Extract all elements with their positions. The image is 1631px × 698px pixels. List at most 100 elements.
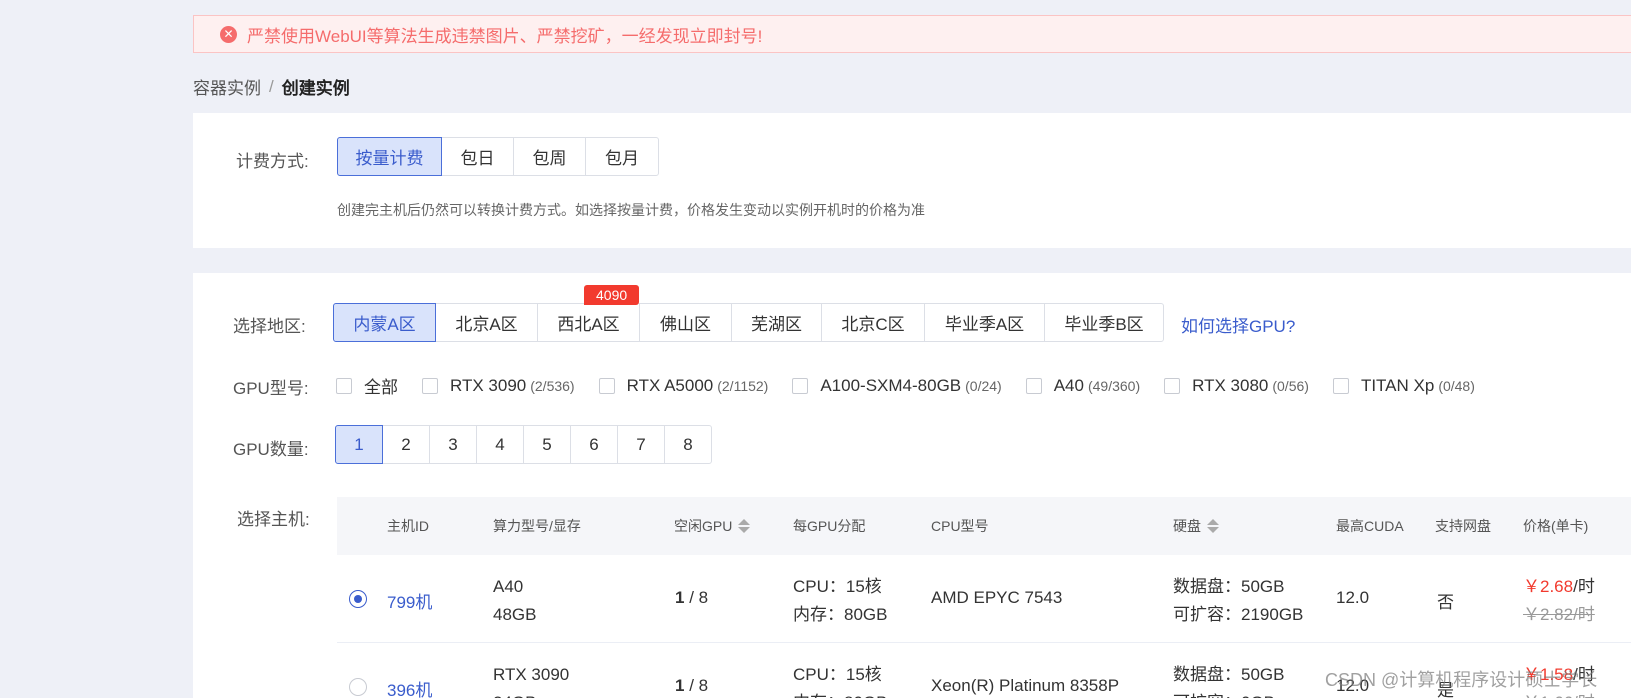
- gpu-model-option-rtx3080[interactable]: RTX 3080 (0/56): [1164, 376, 1309, 396]
- config-card: 选择地区: 内蒙A区 北京A区 西北A区 佛山区 芜湖区 北京C区 毕业季A区 …: [193, 273, 1631, 698]
- gpu-model-option-a100[interactable]: A100-SXM4-80GB (0/24): [792, 375, 1002, 396]
- gpu-count-options: 1 2 3 4 5 6 7 8: [335, 425, 712, 464]
- cpu-alloc-value: CPU：15核: [793, 665, 882, 684]
- gpu-model-count: (49/360): [1087, 377, 1141, 394]
- host-cuda: 12.0: [1336, 588, 1370, 607]
- checkbox[interactable]: [336, 377, 352, 394]
- region-option-xibei-a[interactable]: 西北A区: [537, 303, 640, 342]
- host-disk: 数据盘：50GB 可扩容：2190GB: [1173, 573, 1303, 629]
- gpu-model-option-rtx3090[interactable]: RTX 3090 (2/536): [422, 376, 575, 396]
- region-option-beijing-a[interactable]: 北京A区: [435, 303, 538, 342]
- billing-label: 计费方式:: [236, 152, 309, 171]
- checkbox[interactable]: [1332, 377, 1349, 394]
- col-cuda: 最高CUDA: [1336, 518, 1404, 534]
- col-cpu: CPU型号: [931, 518, 989, 534]
- gpu-count-option-2[interactable]: 2: [382, 425, 430, 464]
- col-free-gpu[interactable]: 空闲GPU: [674, 516, 751, 536]
- region-option-wuhu[interactable]: 芜湖区: [731, 303, 822, 342]
- gpu-model-option-all[interactable]: 全部: [336, 373, 398, 398]
- gpu-model-options: 全部 RTX 3090 (2/536) RTX A5000 (2/1152) A…: [336, 373, 1499, 398]
- host-id-link[interactable]: 799机: [387, 588, 432, 613]
- disk-ext-value: 可扩容：0GB: [1173, 689, 1284, 698]
- host-per-gpu: CPU：15核 内存：80GB: [793, 661, 887, 698]
- gpu-model-value: RTX 3090: [493, 665, 570, 684]
- gpu-count-option-5[interactable]: 5: [523, 425, 571, 464]
- host-radio[interactable]: [349, 590, 367, 608]
- col-price: 价格(单卡): [1523, 518, 1589, 534]
- region-option-graduation-b[interactable]: 毕业季B区: [1044, 303, 1164, 342]
- host-radio[interactable]: [349, 678, 367, 696]
- gpu-count-option-3[interactable]: 3: [429, 425, 477, 464]
- region-option-foshan[interactable]: 佛山区: [639, 303, 732, 342]
- host-per-gpu: CPU：15核 内存：80GB: [793, 573, 887, 629]
- checkbox[interactable]: [792, 377, 809, 394]
- billing-option-weekly[interactable]: 包周: [513, 137, 586, 176]
- gpu-count-option-6[interactable]: 6: [570, 425, 618, 464]
- gpu-model-count: (2/536): [530, 377, 575, 394]
- checkbox[interactable]: [1025, 377, 1042, 394]
- host-cpu: AMD EPYC 7543: [931, 588, 1063, 607]
- cpu-alloc-value: CPU：15核: [793, 577, 882, 596]
- region-option-beijing-c[interactable]: 北京C区: [821, 303, 925, 342]
- mem-alloc-value: 内存：80GB: [793, 605, 888, 624]
- gpu-model-name: RTX 3090: [450, 375, 527, 395]
- col-free-gpu-label: 空闲GPU: [674, 518, 733, 534]
- free-gpu-value: 1: [675, 588, 685, 607]
- col-per-gpu: 每GPU分配: [793, 518, 866, 534]
- region-option-neimeng-a[interactable]: 内蒙A区: [333, 303, 436, 342]
- checkbox[interactable]: [598, 377, 615, 394]
- price-value: ￥2.68: [1523, 577, 1574, 596]
- gpu-count-option-7[interactable]: 7: [617, 425, 665, 464]
- host-label: 选择主机:: [237, 510, 310, 529]
- billing-option-monthly[interactable]: 包月: [585, 137, 659, 176]
- gpu-model-label: GPU型号:: [233, 379, 309, 398]
- col-host-id: 主机ID: [387, 518, 429, 534]
- checkbox[interactable]: [1164, 377, 1181, 394]
- gpu-model-option-rtxa5000[interactable]: RTX A5000 (2/1152): [598, 376, 768, 396]
- price-unit: /时: [1573, 577, 1595, 596]
- gpu-count-option-4[interactable]: 4: [476, 425, 524, 464]
- gpu-model-count: (0/48): [1438, 377, 1475, 394]
- error-circle-icon: ✕: [220, 25, 237, 43]
- breadcrumb: 容器实例 / 创建实例: [193, 74, 350, 99]
- sort-icon[interactable]: [1207, 519, 1219, 533]
- mem-alloc-value: 内存：80GB: [793, 689, 887, 698]
- warning-alert: ✕ 严禁使用WebUI等算法生成违禁图片、严禁挖矿，一经发现立即封号!: [193, 15, 1631, 53]
- billing-option-hourly[interactable]: 按量计费: [337, 137, 442, 176]
- col-disk-label: 硬盘: [1173, 518, 1201, 534]
- gpu-model-name: RTX 3080: [1192, 375, 1269, 395]
- host-cpu: Xeon(R) Platinum 8358P: [931, 676, 1120, 695]
- gpu-model-option-titanxp[interactable]: TITAN Xp (0/48): [1332, 376, 1475, 396]
- disk-ext-value: 可扩容：2190GB: [1173, 605, 1304, 624]
- host-gpu-model: RTX 3090 24GB: [493, 661, 569, 698]
- table-row[interactable]: 799机 A40 48GB 1 / 8 CPU：15核 内存：80GB AMD …: [337, 555, 1631, 643]
- billing-card: 计费方式: 按量计费 包日 包周 包月 创建完主机后仍然可以转换计费方式。如选择…: [193, 113, 1631, 248]
- csdn-watermark: CSDN @计算机程序设计硕士学长: [1325, 670, 1598, 690]
- checkbox[interactable]: [422, 377, 438, 394]
- gpu-model-name: A40: [1053, 375, 1084, 395]
- billing-options: 按量计费 包日 包周 包月: [337, 137, 659, 176]
- alert-text: 严禁使用WebUI等算法生成违禁图片、严禁挖矿，一经发现立即封号!: [247, 26, 763, 46]
- gpu-count-option-1[interactable]: 1: [335, 425, 383, 464]
- total-gpu-value: / 8: [689, 588, 709, 607]
- billing-option-daily[interactable]: 包日: [441, 137, 514, 176]
- host-id-link[interactable]: 396机: [387, 676, 432, 698]
- region-option-graduation-a[interactable]: 毕业季A区: [924, 303, 1045, 342]
- region-options: 内蒙A区 北京A区 西北A区 佛山区 芜湖区 北京C区 毕业季A区 毕业季B区: [333, 303, 1164, 342]
- disk-value: 数据盘：50GB: [1173, 665, 1285, 684]
- gpu-model-option-a40[interactable]: A40 (49/360): [1025, 375, 1141, 396]
- gpu-model-name: A100-SXM4-80GB: [820, 375, 962, 395]
- gpu-model-count: (0/24): [965, 377, 1002, 394]
- gpu-model-value: A40: [493, 577, 524, 596]
- free-gpu-value: 1: [675, 676, 685, 695]
- total-gpu-value: / 8: [689, 676, 709, 695]
- region-label: 选择地区:: [233, 317, 306, 336]
- breadcrumb-parent[interactable]: 容器实例: [193, 74, 261, 99]
- col-gpu-model: 算力型号/显存: [493, 518, 581, 534]
- host-netdisk: 否: [1437, 593, 1454, 612]
- gpu-help-link[interactable]: 如何选择GPU?: [1181, 312, 1295, 337]
- col-disk[interactable]: 硬盘: [1173, 516, 1219, 536]
- sort-icon[interactable]: [738, 519, 751, 533]
- billing-hint: 创建完主机后仍然可以转换计费方式。如选择按量计费，价格发生变动以实例开机时的价格…: [337, 202, 925, 218]
- gpu-count-option-8[interactable]: 8: [664, 425, 712, 464]
